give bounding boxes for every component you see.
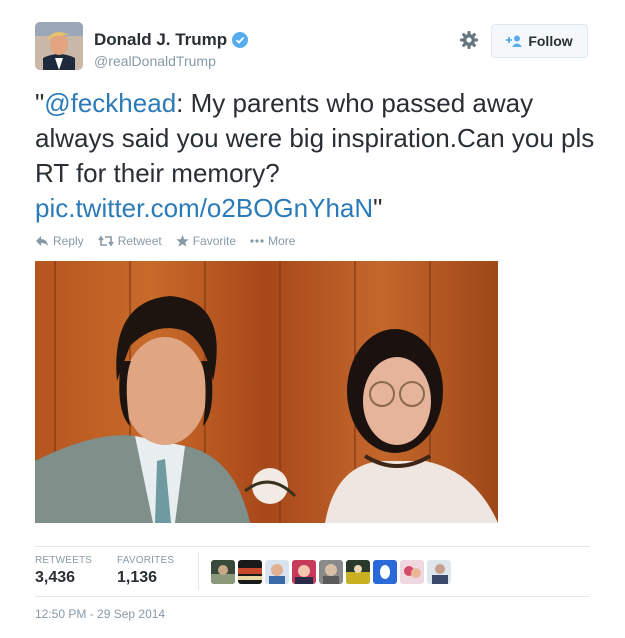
favoriter-avatar[interactable] (238, 560, 262, 584)
more-label: More (268, 234, 296, 248)
tweet-timestamp[interactable]: 12:50 PM - 29 Sep 2014 (35, 607, 165, 621)
retweets-count: 3,436 (35, 569, 76, 586)
reply-label: Reply (53, 234, 84, 248)
reply-action[interactable]: Reply (35, 234, 84, 248)
reply-icon (35, 235, 49, 247)
favoriter-avatar[interactable] (265, 560, 289, 584)
quote-open: " (35, 88, 45, 118)
favorites-label: FAVORITES (117, 555, 175, 566)
follow-label: Follow (528, 33, 573, 49)
favoriter-avatars (211, 560, 451, 584)
favoriter-avatar[interactable] (319, 560, 343, 584)
media-link[interactable]: pic.twitter.com/o2BOGnYhaN (35, 193, 373, 223)
author-name-text[interactable]: Donald J. Trump (94, 30, 227, 50)
tweet-photo[interactable] (35, 261, 498, 523)
tweet-actions: Reply Retweet Favorite More (35, 234, 295, 248)
favorites-count: 1,136 (117, 569, 158, 586)
favoriter-avatar[interactable] (211, 560, 235, 584)
tweet-text: "@feckhead: My parents who passed away a… (35, 86, 600, 226)
favorites-stat[interactable]: FAVORITES 1,136 (117, 555, 174, 587)
quote-close: " (373, 193, 383, 223)
author-avatar[interactable] (35, 22, 83, 70)
stats-separator (198, 552, 199, 590)
verified-icon (232, 32, 249, 48)
favoriter-avatar[interactable] (427, 560, 451, 584)
favoriter-avatar[interactable] (346, 560, 370, 584)
star-icon (176, 235, 189, 247)
stats-divider-top (35, 546, 590, 547)
stats-divider-bottom (35, 596, 590, 597)
retweet-action[interactable]: Retweet (98, 234, 162, 248)
favorite-label: Favorite (192, 234, 237, 248)
author-handle[interactable]: @realDonaldTrump (94, 53, 216, 69)
more-action[interactable]: More (250, 234, 295, 248)
favorite-action[interactable]: Favorite (176, 234, 236, 248)
retweets-label: RETWEETS (35, 555, 93, 566)
favoriter-avatar[interactable] (373, 560, 397, 584)
favoriter-avatar[interactable] (292, 560, 316, 584)
retweet-label: Retweet (117, 234, 162, 248)
gear-icon[interactable] (459, 30, 479, 50)
favoriter-avatar[interactable] (400, 560, 424, 584)
tweet-card: Donald J. Trump @realDonaldTrump Follow … (0, 0, 625, 638)
author-name[interactable]: Donald J. Trump (94, 30, 249, 50)
retweet-icon (98, 235, 114, 247)
more-icon (250, 239, 264, 243)
retweets-stat[interactable]: RETWEETS 3,436 (35, 555, 92, 587)
mention-link[interactable]: @feckhead (44, 88, 176, 118)
follow-button[interactable]: Follow (491, 24, 588, 58)
add-user-icon (506, 35, 523, 47)
